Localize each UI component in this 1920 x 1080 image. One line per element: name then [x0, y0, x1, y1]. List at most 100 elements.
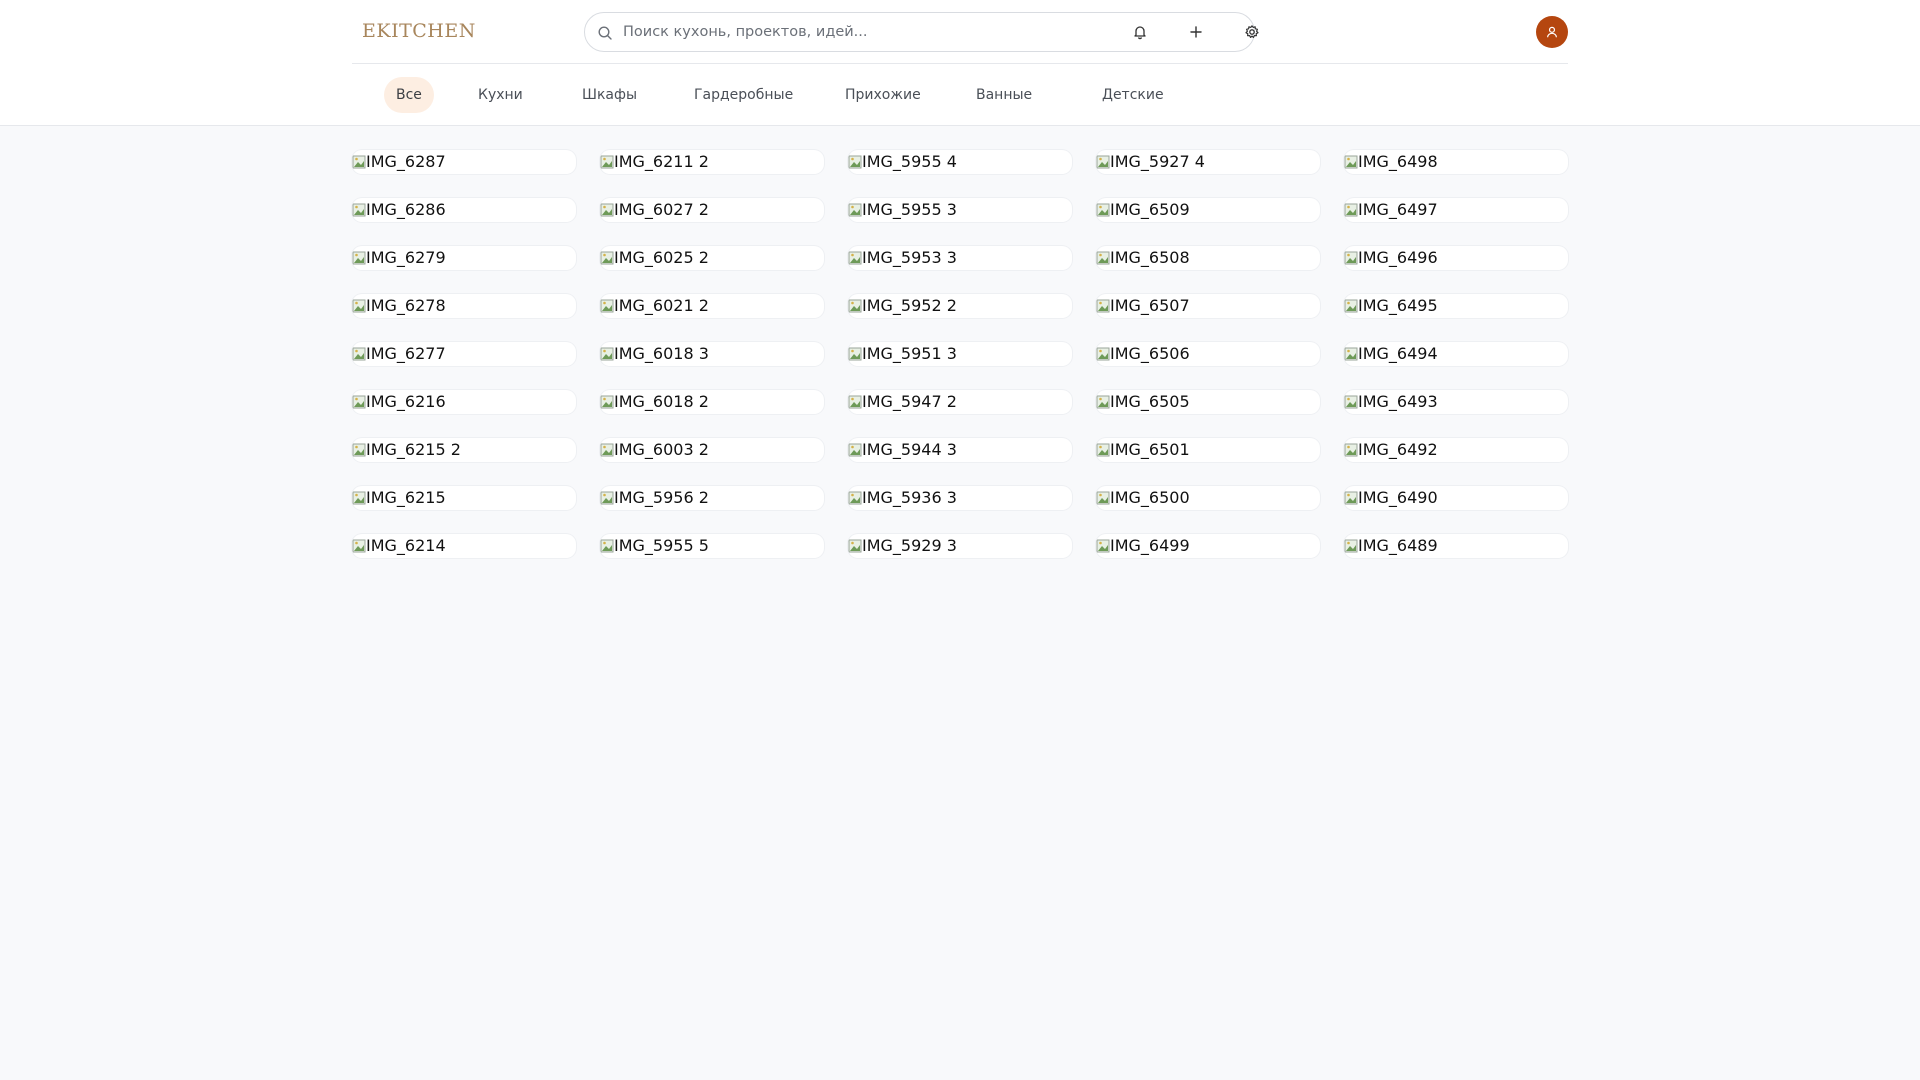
image-card[interactable]: IMG_6493 [1344, 390, 1568, 414]
add-button[interactable] [1180, 16, 1212, 48]
image-card[interactable]: IMG_6505 [1096, 390, 1320, 414]
image-card[interactable]: IMG_6215 2 [352, 438, 576, 462]
image-alt-text: IMG_6215 [366, 488, 446, 507]
image-card[interactable]: IMG_5955 5 [600, 534, 824, 558]
broken-image-icon [1344, 155, 1358, 169]
image-alt-text: IMG_5927 4 [1110, 152, 1205, 171]
image-alt-text: IMG_6214 [366, 536, 446, 555]
image-card[interactable]: IMG_6211 2 [600, 150, 824, 174]
image-card[interactable]: IMG_6500 [1096, 486, 1320, 510]
image-alt-text: IMG_6018 3 [614, 344, 709, 363]
image-card[interactable]: IMG_6003 2 [600, 438, 824, 462]
image-alt-text: IMG_6211 2 [614, 152, 709, 171]
image-card[interactable]: IMG_5953 3 [848, 246, 1072, 270]
image-card[interactable]: IMG_6509 [1096, 198, 1320, 222]
image-card[interactable]: IMG_6497 [1344, 198, 1568, 222]
image-card[interactable]: IMG_5927 4 [1096, 150, 1320, 174]
image-card[interactable]: IMG_6286 [352, 198, 576, 222]
image-alt-text: IMG_6279 [366, 248, 446, 267]
tab-category-5[interactable]: Ванные [964, 77, 1044, 113]
image-card[interactable]: IMG_6027 2 [600, 198, 824, 222]
image-card[interactable]: IMG_6498 [1344, 150, 1568, 174]
image-card[interactable]: IMG_6490 [1344, 486, 1568, 510]
broken-image-icon [1344, 203, 1358, 217]
image-card[interactable]: IMG_6508 [1096, 246, 1320, 270]
broken-image-icon [352, 155, 366, 169]
image-card[interactable]: IMG_6277 [352, 342, 576, 366]
broken-image-icon [1344, 347, 1358, 361]
broken-image-icon [352, 395, 366, 409]
image-alt-text: IMG_6003 2 [614, 440, 709, 459]
image-card[interactable]: IMG_5956 2 [600, 486, 824, 510]
image-alt-text: IMG_6216 [366, 392, 446, 411]
image-card[interactable]: IMG_5952 2 [848, 294, 1072, 318]
image-card[interactable]: IMG_6025 2 [600, 246, 824, 270]
image-card[interactable]: IMG_5929 3 [848, 534, 1072, 558]
image-alt-text: IMG_6509 [1110, 200, 1190, 219]
category-tabs: Все Кухни Шкафы Гардеробные Прихожие Ванные Де… [352, 64, 1568, 126]
image-alt-text: IMG_6508 [1110, 248, 1190, 267]
image-card[interactable]: IMG_6278 [352, 294, 576, 318]
image-card[interactable]: IMG_6506 [1096, 342, 1320, 366]
image-card[interactable]: IMG_5955 3 [848, 198, 1072, 222]
image-alt-text: IMG_5947 2 [862, 392, 957, 411]
broken-image-icon [1096, 395, 1110, 409]
tab-category-3[interactable]: Гардеробные [682, 77, 805, 113]
settings-button[interactable] [1236, 16, 1268, 48]
image-card[interactable]: IMG_6021 2 [600, 294, 824, 318]
image-card[interactable]: IMG_6492 [1344, 438, 1568, 462]
image-alt-text: IMG_6493 [1358, 392, 1438, 411]
image-card[interactable]: IMG_5947 2 [848, 390, 1072, 414]
image-card[interactable]: IMG_5955 4 [848, 150, 1072, 174]
image-card[interactable]: IMG_5951 3 [848, 342, 1072, 366]
image-card[interactable]: IMG_6214 [352, 534, 576, 558]
broken-image-icon [848, 443, 862, 457]
image-card[interactable]: IMG_6501 [1096, 438, 1320, 462]
tab-category-0[interactable]: Все [384, 77, 434, 113]
image-alt-text: IMG_6499 [1110, 536, 1190, 555]
user-icon [1547, 26, 1557, 38]
image-alt-text: IMG_5944 3 [862, 440, 957, 459]
image-card[interactable]: IMG_6494 [1344, 342, 1568, 366]
image-card[interactable]: IMG_6495 [1344, 294, 1568, 318]
broken-image-icon [1096, 347, 1110, 361]
notifications-button[interactable] [1124, 16, 1156, 48]
avatar[interactable] [1536, 16, 1568, 48]
image-card[interactable]: IMG_6215 [352, 486, 576, 510]
image-card[interactable]: IMG_6499 [1096, 534, 1320, 558]
image-alt-text: IMG_5955 3 [862, 200, 957, 219]
image-card[interactable]: IMG_6018 3 [600, 342, 824, 366]
image-card[interactable]: IMG_6489 [1344, 534, 1568, 558]
broken-image-icon [1344, 299, 1358, 313]
image-alt-text: IMG_5953 3 [862, 248, 957, 267]
image-alt-text: IMG_6498 [1358, 152, 1438, 171]
image-card[interactable]: IMG_6507 [1096, 294, 1320, 318]
image-alt-text: IMG_6505 [1110, 392, 1190, 411]
image-alt-text: IMG_6027 2 [614, 200, 709, 219]
image-alt-text: IMG_5956 2 [614, 488, 709, 507]
image-card[interactable]: IMG_5944 3 [848, 438, 1072, 462]
image-card[interactable]: IMG_6018 2 [600, 390, 824, 414]
image-card[interactable]: IMG_6216 [352, 390, 576, 414]
image-card[interactable]: IMG_6496 [1344, 246, 1568, 270]
image-card[interactable]: IMG_5936 3 [848, 486, 1072, 510]
image-alt-text: IMG_6500 [1110, 488, 1190, 507]
image-alt-text: IMG_5955 4 [862, 152, 957, 171]
logo[interactable]: EKITCHEN [362, 20, 476, 42]
broken-image-icon [1096, 299, 1110, 313]
image-alt-text: IMG_6501 [1110, 440, 1190, 459]
tab-category-1[interactable]: Кухни [466, 77, 535, 113]
broken-image-icon [352, 251, 366, 265]
broken-image-icon [1096, 155, 1110, 169]
tab-category-2[interactable]: Шкафы [570, 77, 649, 113]
tab-category-6[interactable]: Детские [1090, 77, 1176, 113]
broken-image-icon [1344, 491, 1358, 505]
image-alt-text: IMG_6492 [1358, 440, 1438, 459]
image-card[interactable]: IMG_6287 [352, 150, 576, 174]
plus-icon [1190, 26, 1202, 38]
image-card[interactable]: IMG_6279 [352, 246, 576, 270]
image-alt-text: IMG_5955 5 [614, 536, 709, 555]
tab-category-4[interactable]: Прихожие [833, 77, 933, 113]
broken-image-icon [1344, 251, 1358, 265]
broken-image-icon [848, 155, 862, 169]
